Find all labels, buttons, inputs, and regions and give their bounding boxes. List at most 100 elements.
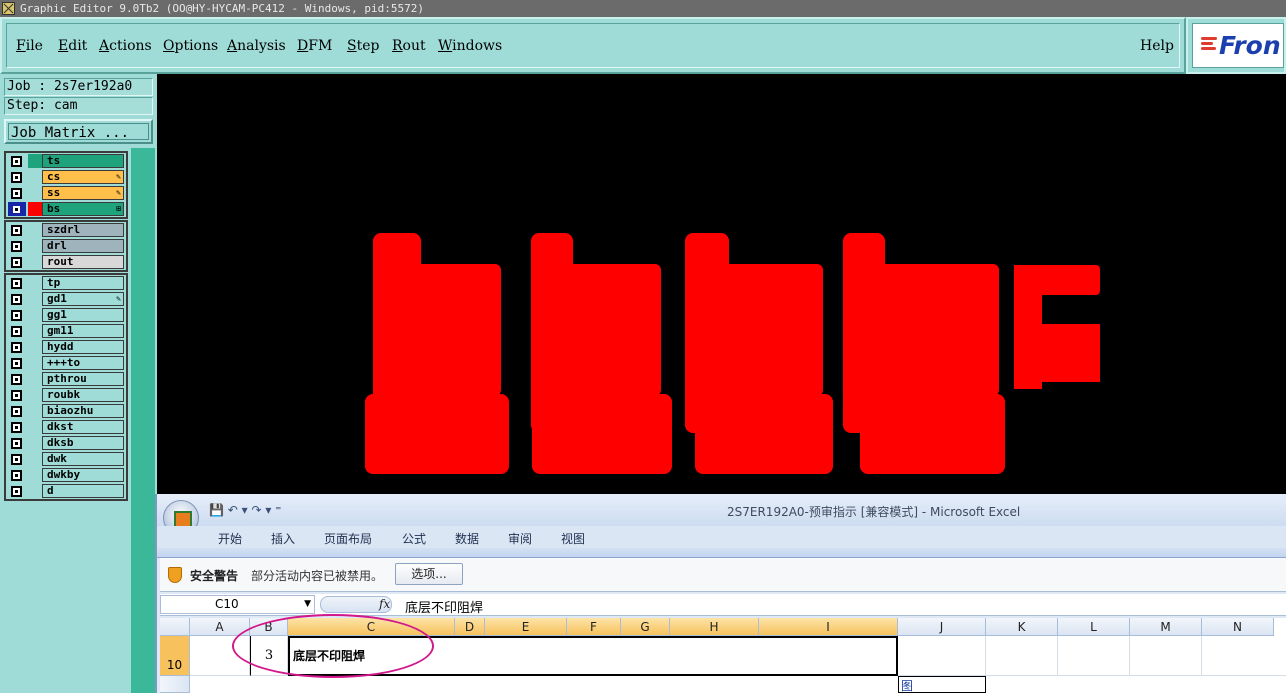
layer-row-hydd[interactable]: hydd bbox=[6, 339, 126, 355]
column-header[interactable]: D bbox=[455, 618, 485, 636]
layer-checkbox[interactable] bbox=[11, 156, 22, 167]
layer-checkbox[interactable] bbox=[11, 454, 22, 465]
layer-row-roubk[interactable]: roubk bbox=[6, 387, 126, 403]
layer-checkbox[interactable] bbox=[11, 406, 22, 417]
layer-checkbox[interactable] bbox=[11, 257, 22, 268]
layer-row-to[interactable]: +++to bbox=[6, 355, 126, 371]
app-icon[interactable] bbox=[2, 2, 15, 15]
tab-insert[interactable]: 插入 bbox=[271, 530, 295, 547]
layer-name: biaozhu bbox=[42, 404, 124, 418]
layer-checkbox[interactable] bbox=[11, 470, 22, 481]
cell-m10[interactable] bbox=[1130, 636, 1202, 676]
tab-home[interactable]: 开始 bbox=[218, 530, 242, 547]
layer-row-bs[interactable]: bs ⊞ bbox=[6, 201, 126, 217]
layer-row-drl[interactable]: drl bbox=[6, 238, 126, 254]
menu-step[interactable]: Step bbox=[347, 38, 379, 54]
security-warning-message: 部分活动内容已被禁用。 bbox=[251, 569, 384, 583]
layer-checkbox[interactable] bbox=[11, 241, 22, 252]
column-header[interactable]: L bbox=[1058, 618, 1130, 636]
menu-edit[interactable]: Edit bbox=[58, 38, 87, 54]
layer-checkbox[interactable] bbox=[11, 294, 22, 305]
solder-mask-shape bbox=[695, 394, 833, 474]
layer-checkbox[interactable] bbox=[11, 358, 22, 369]
tab-view[interactable]: 视图 bbox=[561, 530, 585, 547]
layer-color-swatch bbox=[28, 202, 42, 216]
layer-row-dkst[interactable]: dkst bbox=[6, 419, 126, 435]
layer-checkbox[interactable] bbox=[11, 374, 22, 385]
column-header[interactable]: G bbox=[621, 618, 670, 636]
layer-checkbox[interactable] bbox=[11, 310, 22, 321]
layer-checkbox[interactable] bbox=[11, 225, 22, 236]
shield-icon bbox=[168, 567, 182, 583]
tab-page-layout[interactable]: 页面布局 bbox=[324, 530, 372, 547]
layer-checkbox[interactable] bbox=[11, 342, 22, 353]
layer-row-gg1[interactable]: gg1 bbox=[6, 307, 126, 323]
layer-row-tp[interactable]: tp bbox=[6, 275, 126, 291]
layer-row-gd1[interactable]: gd1 ✎ bbox=[6, 291, 126, 307]
column-header[interactable]: K bbox=[986, 618, 1058, 636]
layer-checkbox[interactable] bbox=[11, 326, 22, 337]
column-header[interactable]: I bbox=[759, 618, 898, 636]
tab-data[interactable]: 数据 bbox=[455, 530, 479, 547]
layer-checkbox[interactable] bbox=[11, 188, 22, 199]
cell-j10[interactable] bbox=[898, 636, 986, 676]
layer-row-dksb[interactable]: dksb bbox=[6, 435, 126, 451]
menu-dfm[interactable]: DFM bbox=[297, 38, 332, 54]
solder-mask-shape bbox=[532, 394, 672, 474]
tab-review[interactable]: 审阅 bbox=[508, 530, 532, 547]
cell-k10[interactable] bbox=[986, 636, 1058, 676]
layer-row-rout[interactable]: rout bbox=[6, 254, 126, 270]
logo-mark-icon bbox=[1201, 37, 1221, 55]
graphic-canvas[interactable] bbox=[157, 74, 1286, 494]
row-header[interactable]: 10 bbox=[160, 636, 190, 676]
column-header[interactable]: F bbox=[567, 618, 621, 636]
layer-name: ts bbox=[42, 154, 124, 168]
layer-row-dwkby[interactable]: dwkby bbox=[6, 467, 126, 483]
layer-row-ss[interactable]: ss ✎ bbox=[6, 185, 126, 201]
layer-row-gm11[interactable]: gm11 bbox=[6, 323, 126, 339]
layer-checkbox[interactable] bbox=[11, 390, 22, 401]
layer-checkbox[interactable] bbox=[11, 278, 22, 289]
solder-mask-shape bbox=[860, 394, 1005, 474]
layer-row-biaozhu[interactable]: biaozhu bbox=[6, 403, 126, 419]
cell-n10[interactable] bbox=[1202, 636, 1286, 676]
row-header[interactable] bbox=[160, 676, 190, 693]
name-box[interactable]: C10 ▼ bbox=[160, 595, 315, 614]
menu-windows[interactable]: Windows bbox=[438, 38, 502, 54]
layer-row-szdrl[interactable]: szdrl bbox=[6, 222, 126, 238]
layer-checkbox[interactable] bbox=[11, 438, 22, 449]
menu-rout[interactable]: Rout bbox=[392, 38, 426, 54]
column-header[interactable]: J bbox=[898, 618, 986, 636]
quick-access-toolbar[interactable]: 💾 ↶ ▾ ↷ ▾ ⁼ bbox=[209, 503, 282, 517]
layer-checkbox[interactable] bbox=[11, 172, 22, 183]
chevron-down-icon[interactable]: ▼ bbox=[304, 596, 311, 613]
job-matrix-button[interactable]: Job Matrix ... bbox=[4, 119, 153, 144]
layer-row-d[interactable]: d bbox=[6, 483, 126, 499]
layer-row-pthrou[interactable]: pthrou bbox=[6, 371, 126, 387]
column-header[interactable]: H bbox=[670, 618, 759, 636]
cell-j11[interactable]: 图 bbox=[898, 676, 986, 693]
layer-checkbox[interactable] bbox=[11, 204, 22, 215]
menu-options[interactable]: Options bbox=[163, 38, 218, 54]
layer-row-dwk[interactable]: dwk bbox=[6, 451, 126, 467]
insert-function-icon[interactable]: fx bbox=[379, 597, 390, 611]
column-header[interactable]: M bbox=[1130, 618, 1202, 636]
layer-checkbox[interactable] bbox=[11, 422, 22, 433]
step-label: Step: cam bbox=[4, 97, 153, 115]
column-header[interactable]: E bbox=[485, 618, 567, 636]
cell-l10[interactable] bbox=[1058, 636, 1130, 676]
layer-row-cs[interactable]: cs ✎ bbox=[6, 169, 126, 185]
layer-name: d bbox=[42, 484, 124, 498]
layer-row-ts[interactable]: ts bbox=[6, 153, 126, 169]
layer-checkbox[interactable] bbox=[11, 486, 22, 497]
menu-help[interactable]: Help bbox=[1140, 38, 1174, 54]
column-header[interactable]: N bbox=[1202, 618, 1274, 636]
formula-input[interactable]: 底层不印阻焊 bbox=[405, 597, 483, 616]
options-button[interactable]: 选项... bbox=[395, 563, 463, 585]
menu-file[interactable]: File bbox=[16, 38, 43, 54]
select-all-corner[interactable] bbox=[160, 618, 190, 636]
menu-actions[interactable]: Actions bbox=[99, 38, 152, 54]
layer-scrollbar[interactable] bbox=[131, 148, 155, 693]
menu-analysis[interactable]: Analysis bbox=[227, 38, 286, 54]
tab-formulas[interactable]: 公式 bbox=[402, 530, 426, 547]
